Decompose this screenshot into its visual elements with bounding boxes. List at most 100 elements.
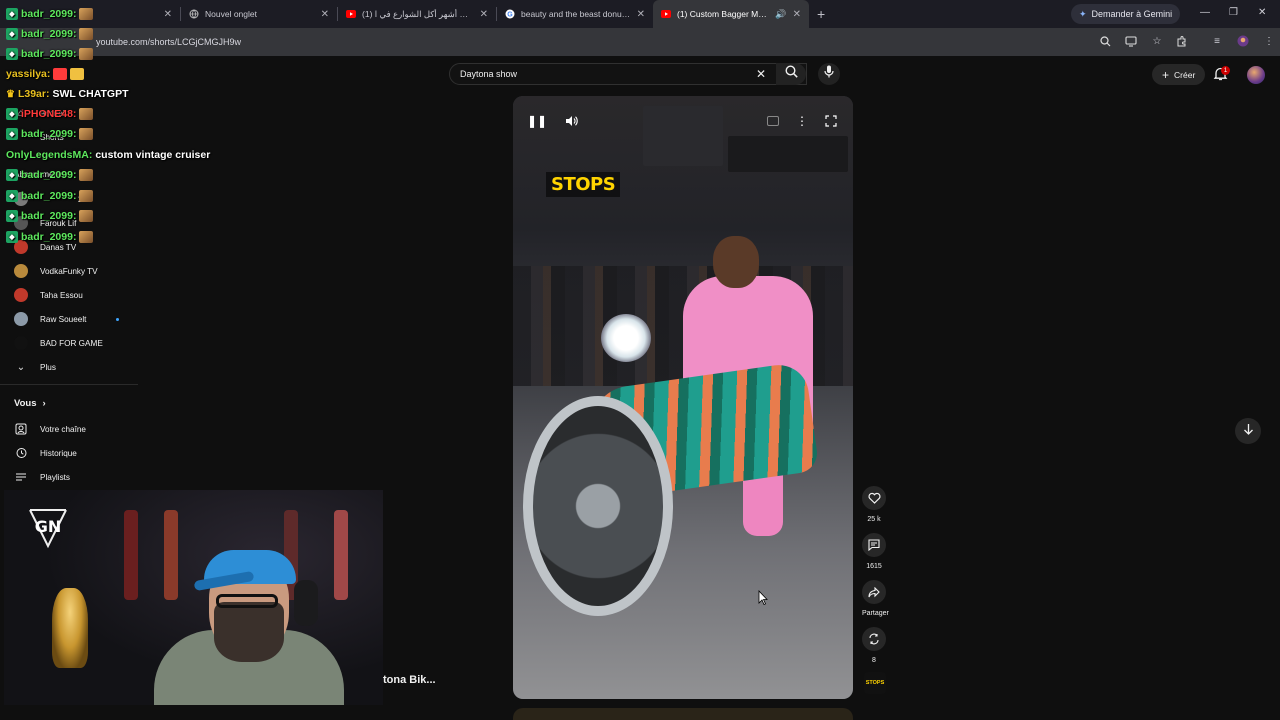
voice-search-button[interactable] (818, 63, 840, 85)
menu-icon[interactable]: ⋮ (1262, 34, 1276, 48)
video-headlight (601, 314, 651, 362)
new-content-dot (116, 317, 120, 321)
arrow-down-icon (1243, 422, 1254, 440)
sub-badge-icon: ◆ (6, 28, 18, 40)
profile-icon[interactable] (1236, 34, 1250, 48)
chat-username: badr_2099: (21, 210, 77, 222)
gemini-button[interactable]: ✦ Demander à Gemini (1071, 4, 1181, 24)
speaker-icon[interactable]: 🔊 (775, 9, 786, 20)
pause-icon[interactable]: ❚❚ (527, 112, 547, 130)
media-icon[interactable]: ≡ (1210, 34, 1224, 48)
comment-button[interactable] (862, 533, 886, 557)
chat-text: SWL CHATGPT (52, 88, 129, 100)
trophy (52, 588, 88, 668)
mic-icon (824, 65, 834, 83)
close-icon[interactable]: ✕ (321, 9, 329, 20)
close-icon[interactable]: ✕ (793, 9, 801, 20)
browser-tab-active[interactable]: (1) Custom Bagger Motorcy 🔊 ✕ (653, 0, 809, 28)
address-bar-row: youtube.com/shorts/LCGjCMGJH9w ☆ ≡ ⋮ (0, 28, 1280, 56)
chat-message: ♛ L39ar: SWL CHATGPT (6, 88, 129, 100)
screen: ✕ Nouvel onglet ✕ جربت أشهر أكل الشوارع … (0, 0, 1280, 720)
playlist-icon (14, 470, 28, 484)
sidebar-item-history[interactable]: Historique (14, 446, 77, 460)
close-icon[interactable]: ✕ (637, 9, 645, 20)
channel-avatar (14, 336, 28, 350)
create-label: Créer (1174, 69, 1196, 80)
share-button[interactable] (862, 580, 886, 604)
cast-icon[interactable] (1124, 34, 1138, 48)
account-avatar[interactable] (1247, 66, 1265, 84)
next-short-button[interactable] (1235, 418, 1261, 444)
minimize-icon[interactable]: — (1200, 7, 1210, 18)
zoom-icon[interactable] (1098, 34, 1112, 48)
browser-tab[interactable]: جربت أشهر أكل الشوارع في ا (1) ✕ (338, 0, 496, 28)
streamer-headset (294, 580, 318, 626)
sidebar-section-you[interactable]: Vous › (14, 398, 46, 409)
shorts-video-player[interactable]: STOPS ❚❚ ⋮ (513, 96, 853, 699)
globe-icon (189, 9, 199, 19)
new-tab-button[interactable]: + (817, 6, 825, 22)
chat-username: badr_2099: (21, 28, 77, 40)
sidebar-channel[interactable]: Taha Essou (14, 288, 83, 302)
chat-username: L39ar: (17, 88, 50, 100)
next-short-preview[interactable] (513, 708, 853, 720)
stops-watermark: STOPS (546, 172, 621, 197)
gemini-label: Demander à Gemini (1091, 9, 1173, 19)
like-count: 25 k (867, 516, 881, 523)
sub-badge-icon: ◆ (6, 210, 18, 222)
captions-icon[interactable] (763, 112, 783, 130)
emote-icon (79, 169, 94, 181)
share-action: Partager (862, 580, 889, 617)
sidebar-channel[interactable]: BAD FOR GAME (14, 336, 103, 350)
sub-badge-icon: ◆ (6, 108, 18, 120)
close-window-icon[interactable]: ✕ (1258, 7, 1266, 18)
share-label: Partager (862, 610, 889, 617)
create-button[interactable]: + Créer (1152, 64, 1206, 85)
browser-tab[interactable]: G beauty and the beast donuts - ✕ (497, 0, 653, 28)
search-icon (784, 65, 798, 83)
address-bar-actions: ☆ (1098, 34, 1164, 48)
star-icon[interactable]: ☆ (1150, 34, 1164, 48)
search-button[interactable] (776, 63, 806, 85)
chat-message: ◆ badr_2099: (6, 128, 94, 140)
google-icon: G (505, 9, 515, 19)
sub-badge-icon: ◆ (6, 8, 18, 20)
remix-button[interactable] (862, 627, 886, 651)
close-icon[interactable]: ✕ (480, 9, 488, 20)
like-action: 25 k (862, 486, 886, 523)
sidebar-item-label: VodkaFunky TV (40, 266, 98, 276)
sidebar-item-playlists[interactable]: Playlists (14, 470, 70, 484)
chat-username: badr_2099: (21, 169, 77, 181)
url-field[interactable]: youtube.com/shorts/LCGjCMGJH9w (96, 32, 1096, 52)
emote-icon (79, 108, 94, 120)
channel-avatar (14, 264, 28, 278)
fullscreen-icon[interactable] (821, 112, 841, 130)
clear-icon[interactable]: ✕ (753, 66, 769, 82)
streamer-beard (214, 602, 284, 662)
close-icon[interactable]: ✕ (164, 9, 172, 20)
sidebar-item-more[interactable]: ⌄ Plus (14, 360, 56, 374)
volume-icon[interactable] (561, 112, 581, 130)
emote-icon (79, 48, 94, 60)
sidebar-channel[interactable]: Raw Soueelt (14, 312, 120, 326)
sidebar-channel[interactable]: VodkaFunky TV (14, 264, 98, 278)
more-options-icon[interactable]: ⋮ (792, 112, 812, 130)
sub-badge-icon: ◆ (6, 169, 18, 181)
channel-avatar (14, 312, 28, 326)
extensions-icon[interactable] (1174, 34, 1188, 48)
sidebar-item-label: Plus (40, 362, 56, 372)
maximize-icon[interactable]: ❐ (1229, 7, 1238, 18)
next-video-title[interactable]: tona Bik... (383, 674, 436, 686)
chat-text: custom vintage cruiser (95, 149, 211, 161)
sidebar-item-your-channel[interactable]: Votre chaîne (14, 422, 86, 436)
chat-username: badr_2099: (21, 190, 77, 202)
emote-icon (79, 231, 94, 243)
channel-avatar (14, 288, 28, 302)
like-button[interactable] (862, 486, 886, 510)
chat-message: ◆ badr_2099: (6, 210, 94, 222)
browser-tab[interactable]: Nouvel onglet ✕ (181, 0, 337, 28)
sidebar-item-label: Playlists (40, 472, 71, 482)
emote-icon (79, 8, 94, 20)
chat-message: ◆ badr_2099: (6, 190, 94, 202)
channel-thumbnail[interactable]: STOPS (864, 672, 886, 694)
